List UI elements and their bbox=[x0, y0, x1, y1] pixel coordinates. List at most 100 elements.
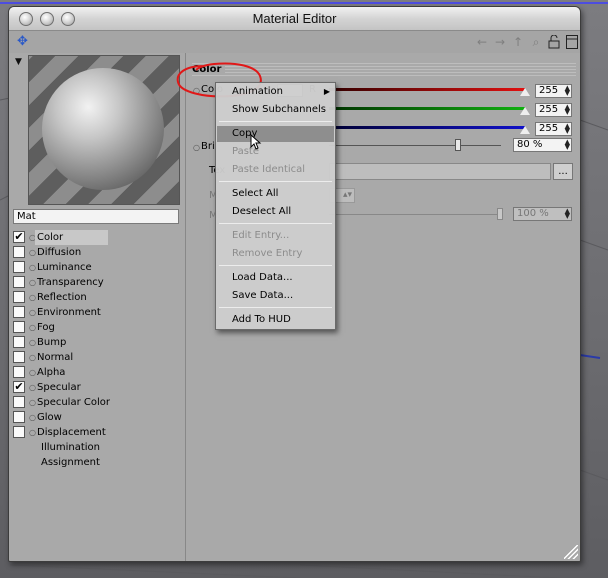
mix-strength-value-field[interactable]: 100 % ▲ ▼ bbox=[513, 207, 572, 221]
channel-checkbox[interactable] bbox=[13, 261, 25, 273]
channel-item-specular-color[interactable]: ○ Specular Color bbox=[13, 395, 185, 410]
context-menu: Animation ▶ Show Subchannels Copy Paste P… bbox=[215, 82, 336, 330]
channel-checkbox[interactable] bbox=[13, 291, 25, 303]
channel-bullet-icon: ○ bbox=[29, 293, 36, 302]
material-list-panel: ▼ Mat ✔ ○ Color ○ Diffusion ○ Luminance bbox=[11, 53, 186, 561]
list-item-illumination[interactable]: Illumination bbox=[13, 440, 185, 455]
channel-item-diffusion[interactable]: ○ Diffusion bbox=[13, 245, 185, 260]
channel-checkbox[interactable] bbox=[13, 276, 25, 288]
menu-item-deselect-all[interactable]: Deselect All bbox=[217, 204, 334, 220]
green-slider-handle[interactable] bbox=[520, 107, 530, 115]
menu-item-load-data[interactable]: Load Data... bbox=[217, 270, 334, 286]
menu-item-remove-entry: Remove Entry bbox=[232, 248, 303, 259]
channel-checkbox[interactable] bbox=[13, 426, 25, 438]
channel-item-color[interactable]: ✔ ○ Color bbox=[13, 230, 185, 245]
channel-item-bump[interactable]: ○ Bump bbox=[13, 335, 185, 350]
green-value-field[interactable]: 255 ▲ ▼ bbox=[535, 103, 572, 117]
channel-item-alpha[interactable]: ○ Alpha bbox=[13, 365, 185, 380]
list-item-label: Assignment bbox=[41, 457, 100, 468]
channel-item-luminance[interactable]: ○ Luminance bbox=[13, 260, 185, 275]
menu-separator bbox=[219, 223, 332, 224]
green-slider[interactable] bbox=[329, 107, 525, 110]
forward-arrow-icon[interactable]: → bbox=[493, 35, 507, 49]
menu-separator bbox=[219, 121, 332, 122]
preview-menu-icon[interactable]: ▼ bbox=[15, 57, 22, 67]
list-item-assignment[interactable]: Assignment bbox=[13, 455, 185, 470]
lock-icon[interactable] bbox=[547, 34, 561, 49]
channel-item-specular[interactable]: ✔ ○ Specular bbox=[13, 380, 185, 395]
up-arrow-icon[interactable]: ↑ bbox=[511, 35, 525, 49]
red-slider[interactable] bbox=[329, 88, 525, 91]
channel-label: Normal bbox=[37, 352, 74, 363]
channel-checkbox[interactable] bbox=[13, 351, 25, 363]
mix-strength-slider[interactable] bbox=[329, 214, 501, 215]
stepper-icon[interactable]: ▲ ▼ bbox=[565, 123, 570, 135]
channel-checkbox[interactable] bbox=[13, 336, 25, 348]
channel-bullet-icon: ○ bbox=[29, 398, 36, 407]
mix-strength-slider-handle[interactable] bbox=[497, 208, 503, 220]
resize-grip[interactable] bbox=[564, 545, 578, 559]
channel-item-normal[interactable]: ○ Normal bbox=[13, 350, 185, 365]
red-slider-handle[interactable] bbox=[520, 88, 530, 96]
menu-item-show-subchannels[interactable]: Show Subchannels bbox=[217, 102, 334, 118]
brightness-slider[interactable] bbox=[329, 145, 501, 146]
channel-checkbox[interactable]: ✔ bbox=[13, 381, 25, 393]
channel-list: ✔ ○ Color ○ Diffusion ○ Luminance ○ Tran… bbox=[13, 230, 185, 470]
menu-item-select-all[interactable]: Select All bbox=[217, 186, 334, 202]
stepper-icon[interactable]: ▲ ▼ bbox=[565, 104, 570, 116]
menu-item-add-to-hud[interactable]: Add To HUD bbox=[217, 312, 334, 328]
channel-item-glow[interactable]: ○ Glow bbox=[13, 410, 185, 425]
stepper-icon[interactable]: ▲ ▼ bbox=[565, 85, 570, 97]
section-header: Color bbox=[192, 63, 576, 76]
menu-item-animation[interactable]: Animation ▶ bbox=[217, 84, 334, 100]
preview-sphere bbox=[42, 68, 164, 190]
channel-checkbox[interactable] bbox=[13, 366, 25, 378]
material-name-field[interactable]: Mat bbox=[13, 209, 179, 224]
texture-field[interactable] bbox=[329, 163, 551, 180]
blue-value-field[interactable]: 255 ▲ ▼ bbox=[535, 122, 572, 136]
channel-checkbox[interactable] bbox=[13, 321, 25, 333]
blue-slider[interactable] bbox=[329, 126, 525, 129]
texture-browse-button[interactable]: ... bbox=[553, 163, 573, 180]
stepper-icon[interactable]: ▲ ▼ bbox=[565, 139, 570, 151]
move-icon[interactable]: ✥ bbox=[17, 35, 31, 49]
channel-checkbox[interactable] bbox=[13, 396, 25, 408]
window-icon[interactable] bbox=[565, 35, 579, 49]
menu-separator bbox=[219, 181, 332, 182]
channel-checkbox[interactable] bbox=[13, 306, 25, 318]
title-bar[interactable]: Material Editor bbox=[9, 7, 580, 31]
channel-item-displacement[interactable]: ○ Displacement bbox=[13, 425, 185, 440]
channel-label: Reflection bbox=[37, 292, 87, 303]
section-title: Color bbox=[192, 64, 226, 75]
channel-checkbox[interactable] bbox=[13, 411, 25, 423]
channel-label: Bump bbox=[37, 337, 67, 348]
channel-checkbox[interactable]: ✔ bbox=[13, 231, 25, 243]
property-bullet-icon[interactable]: ○ bbox=[193, 86, 200, 95]
channel-label: Environment bbox=[37, 307, 101, 318]
channel-label: Luminance bbox=[37, 262, 92, 273]
channel-label: Fog bbox=[37, 322, 55, 333]
search-icon[interactable]: ⌕ bbox=[529, 35, 543, 49]
channel-item-reflection[interactable]: ○ Reflection bbox=[13, 290, 185, 305]
channel-label: Glow bbox=[37, 412, 62, 423]
channel-checkbox[interactable] bbox=[13, 246, 25, 258]
channel-item-environment[interactable]: ○ Environment bbox=[13, 305, 185, 320]
menu-item-save-data[interactable]: Save Data... bbox=[217, 288, 334, 304]
property-bullet-icon[interactable]: ○ bbox=[193, 143, 200, 152]
channel-bullet-icon: ○ bbox=[29, 368, 36, 377]
list-item-label: Illumination bbox=[41, 442, 100, 453]
brightness-slider-handle[interactable] bbox=[455, 139, 461, 151]
blue-slider-handle[interactable] bbox=[520, 126, 530, 134]
red-value-field[interactable]: 255 ▲ ▼ bbox=[535, 84, 572, 98]
brightness-value-field[interactable]: 80 % ▲ ▼ bbox=[513, 138, 572, 152]
channel-bullet-icon: ○ bbox=[29, 308, 36, 317]
stepper-icon[interactable]: ▲ ▼ bbox=[565, 208, 570, 220]
menu-separator bbox=[219, 307, 332, 308]
channel-label: Specular Color bbox=[37, 397, 110, 408]
channel-item-transparency[interactable]: ○ Transparency bbox=[13, 275, 185, 290]
material-preview[interactable] bbox=[28, 55, 180, 205]
menu-item-copy[interactable]: Copy bbox=[217, 126, 334, 142]
channel-item-fog[interactable]: ○ Fog bbox=[13, 320, 185, 335]
menu-item-paste: Paste bbox=[232, 146, 259, 157]
back-arrow-icon[interactable]: ← bbox=[475, 35, 489, 49]
